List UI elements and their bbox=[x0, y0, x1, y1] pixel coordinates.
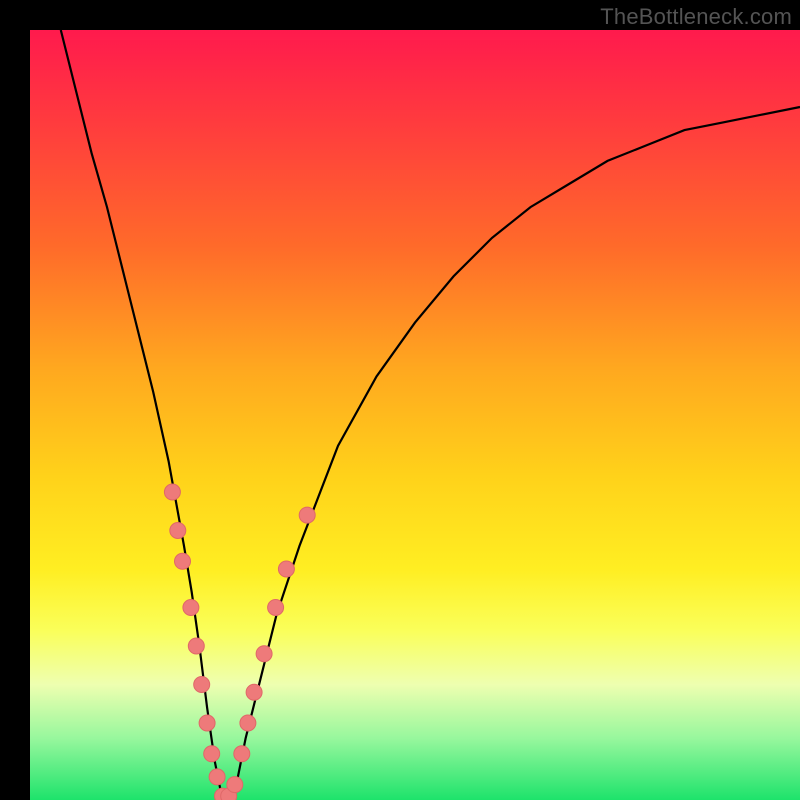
watermark-text: TheBottleneck.com bbox=[600, 4, 792, 30]
data-marker bbox=[194, 677, 210, 693]
marker-group bbox=[164, 484, 315, 800]
bottleneck-curve bbox=[61, 30, 800, 800]
data-marker bbox=[199, 715, 215, 731]
data-marker bbox=[299, 507, 315, 523]
data-marker bbox=[268, 600, 284, 616]
data-marker bbox=[240, 715, 256, 731]
chart-svg bbox=[30, 30, 800, 800]
plot-area bbox=[30, 30, 800, 800]
data-marker bbox=[183, 600, 199, 616]
data-marker bbox=[170, 523, 186, 539]
data-marker bbox=[204, 746, 220, 762]
chart-frame: TheBottleneck.com bbox=[0, 0, 800, 800]
data-marker bbox=[246, 684, 262, 700]
data-marker bbox=[188, 638, 204, 654]
data-marker bbox=[278, 561, 294, 577]
data-marker bbox=[175, 553, 191, 569]
data-marker bbox=[234, 746, 250, 762]
data-marker bbox=[209, 769, 225, 785]
data-marker bbox=[256, 646, 272, 662]
data-marker bbox=[164, 484, 180, 500]
data-marker bbox=[227, 777, 243, 793]
